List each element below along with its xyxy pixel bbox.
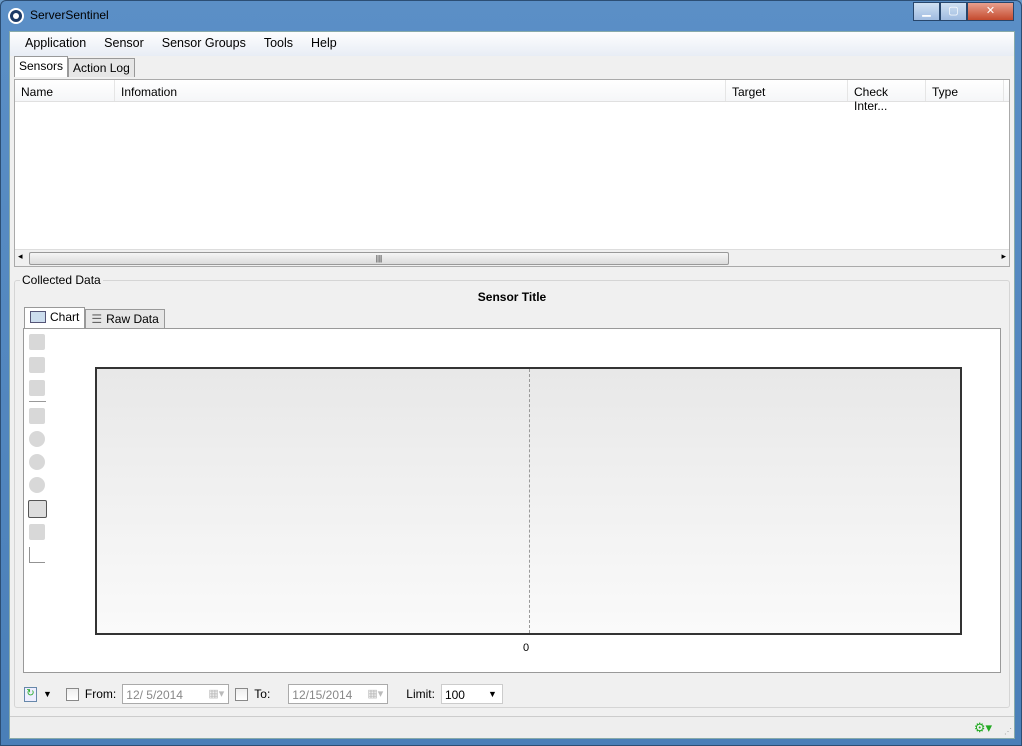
zoom-in-icon[interactable] [29, 431, 45, 447]
close-button[interactable]: ✕ [967, 2, 1014, 21]
collected-data-label: Collected Data [20, 273, 103, 287]
to-label: To: [254, 687, 271, 701]
window-title: ServerSentinel [30, 8, 109, 22]
chart-panel: 0 [23, 328, 1001, 673]
save-icon[interactable] [29, 334, 45, 350]
from-checkbox[interactable] [65, 687, 79, 701]
chart-plot-area [95, 367, 962, 635]
list-icon: ☰ [91, 312, 103, 326]
tab-raw-data-label: Raw Data [106, 312, 159, 326]
print-icon[interactable] [29, 380, 45, 396]
tab-raw-data[interactable]: ☰ Raw Data [85, 309, 165, 328]
3d-icon[interactable] [29, 408, 45, 424]
zoom-out-icon[interactable] [29, 477, 45, 493]
scroll-right-icon[interactable]: ▸ [1001, 251, 1006, 262]
tab-sensors[interactable]: Sensors [14, 56, 69, 77]
column-target[interactable]: Target [726, 80, 848, 101]
x-tick-label: 0 [523, 642, 530, 654]
chart-icon [30, 311, 46, 323]
resize-grip[interactable]: ⋰ [1004, 727, 1012, 736]
limit-select[interactable]: 100 [440, 684, 503, 704]
column-type[interactable]: Type [926, 80, 1004, 101]
eye-icon [8, 8, 24, 24]
data-label-icon[interactable] [29, 524, 45, 540]
column-check-interval[interactable]: Check Inter... [848, 80, 926, 113]
status-icon[interactable]: ⚙▾ [974, 720, 992, 736]
table-header: Name Infomation Target Check Inter... Ty… [15, 80, 1009, 113]
chart-tabs: Chart ☰ Raw Data [24, 307, 165, 328]
sensors-table: Name Infomation Target Check Inter... Ty… [14, 79, 1010, 267]
column-name[interactable]: Name [15, 80, 115, 101]
menu-tools[interactable]: Tools [255, 32, 302, 56]
scroll-thumb[interactable]: ||| [29, 252, 729, 265]
menu-bar: Application Sensor Sensor Groups Tools H… [10, 32, 1014, 56]
app-window: ServerSentinel ▁ ▢ ✕ Application Sensor … [0, 0, 1022, 746]
refresh-dropdown-icon[interactable]: ▼ [43, 689, 52, 699]
from-date-picker[interactable]: 12/ 5/2014 [122, 684, 230, 704]
horizontal-scrollbar[interactable]: ◂ ||| ▸ [15, 249, 1009, 266]
main-tabs: Sensors Action Log [14, 56, 135, 77]
toolbar-divider [29, 401, 46, 402]
filter-toolbar: ↻ ▼ From: 12/ 5/2014 To: 12/15/2014 Limi… [24, 684, 503, 704]
from-label: From: [84, 687, 117, 701]
chart-type-icon[interactable] [28, 500, 47, 518]
limit-label: Limit: [406, 687, 435, 701]
zoom-reset-icon[interactable] [29, 454, 45, 470]
copy-icon[interactable] [29, 357, 45, 373]
scroll-left-icon[interactable]: ◂ [18, 251, 23, 262]
status-bar: ⚙▾ ⋰ [10, 716, 1014, 738]
to-checkbox[interactable] [235, 687, 249, 701]
column-information[interactable]: Infomation [115, 80, 726, 101]
tab-action-log[interactable]: Action Log [68, 58, 135, 77]
x-zero-gridline [528, 369, 530, 633]
menu-sensor[interactable]: Sensor [95, 32, 153, 56]
minimize-button[interactable]: ▁ [913, 2, 940, 21]
menu-application[interactable]: Application [16, 32, 95, 56]
menu-help[interactable]: Help [302, 32, 346, 56]
axis-icon[interactable] [29, 547, 45, 563]
maximize-button[interactable]: ▢ [940, 2, 967, 21]
client-area: Application Sensor Sensor Groups Tools H… [9, 31, 1015, 739]
refresh-icon[interactable]: ↻ [24, 686, 37, 702]
tab-chart[interactable]: Chart [24, 307, 86, 328]
tab-chart-label: Chart [50, 310, 80, 324]
title-bar: ServerSentinel ▁ ▢ ✕ [1, 1, 1021, 29]
to-date-picker[interactable]: 12/15/2014 [288, 684, 389, 704]
menu-sensor-groups[interactable]: Sensor Groups [153, 32, 255, 56]
chart-title: Sensor Title [477, 290, 547, 304]
